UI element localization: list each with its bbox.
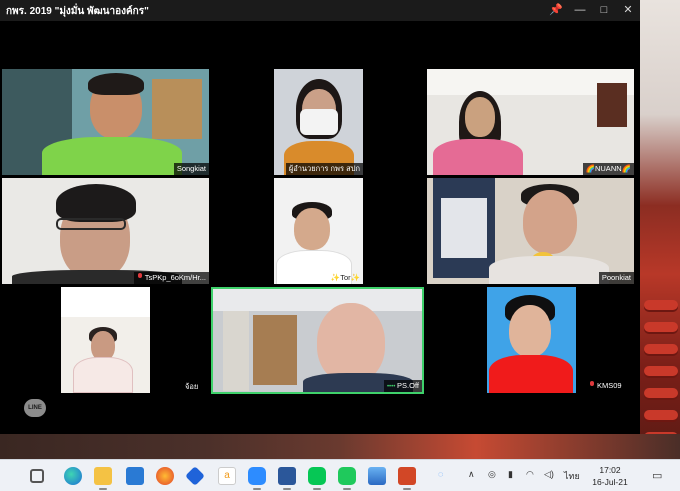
participant-name: ✨Tor✨ [330, 273, 360, 282]
cloud-icon[interactable]: ◌ [438, 469, 443, 479]
participant-name: 🌈NUANN🌈 [582, 163, 634, 175]
window-title: กพร. 2019 "มุ่งมั่น พัฒนาองค์กร" [6, 6, 149, 17]
video-tile[interactable]: Poonkiat [427, 178, 634, 284]
video-tile[interactable]: 🌈NUANN🌈 [427, 69, 634, 175]
chevron-up-icon[interactable]: ∧ [468, 469, 475, 480]
line-logo-icon: LINE [24, 399, 46, 417]
input-language[interactable]: ไทย [564, 469, 580, 483]
pin-icon[interactable]: 📌 [547, 2, 565, 18]
close-button[interactable]: ✕ [619, 2, 637, 18]
participant-name: Poonkiat [598, 272, 634, 284]
file-explorer-icon[interactable] [94, 467, 112, 490]
notification-icon[interactable]: ▭ [652, 469, 662, 482]
word-icon[interactable] [278, 467, 296, 490]
video-tile[interactable]: Songkiat [2, 69, 209, 175]
video-tile[interactable] [61, 287, 150, 393]
participant-name: •••• PS.Off [383, 380, 422, 392]
mic-muted-icon [137, 273, 143, 280]
clock-time: 17:02 [599, 465, 621, 475]
participant-name: KMS09 [589, 381, 622, 393]
mic-muted-icon [589, 381, 595, 388]
video-tile[interactable]: ✨Tor✨ [274, 178, 363, 284]
edge-icon[interactable] [64, 467, 82, 485]
phone-icon[interactable] [338, 467, 356, 490]
network-icon[interactable]: ◎ [488, 469, 496, 480]
video-tile[interactable] [487, 287, 576, 393]
meeting-window: กพร. 2019 "มุ่งมั่น พัฒนาองค์กร" 📌 — □ ✕… [0, 0, 640, 434]
video-tile[interactable]: ผู้อำนวยการ กพร สปก [274, 69, 363, 175]
clock-date: 16-Jul-21 [592, 477, 628, 487]
volume-icon[interactable]: ◁) [544, 469, 554, 480]
title-bar: กพร. 2019 "มุ่งมั่น พัฒนาองค์กร" 📌 — □ ✕ [0, 0, 640, 21]
minimize-button[interactable]: — [571, 2, 589, 18]
video-tile-active-speaker[interactable]: •••• PS.Off [211, 287, 424, 394]
photos-icon[interactable] [368, 467, 386, 485]
mail-icon[interactable] [126, 467, 144, 485]
wifi-icon[interactable]: ◠ [526, 469, 534, 480]
participant-name: TsPKp_6oKm/Hr... [133, 272, 209, 284]
participant-name: Songkiat [173, 163, 209, 175]
zoom-icon[interactable] [248, 467, 266, 490]
line-app-icon[interactable] [308, 467, 326, 490]
clock[interactable]: 17:02 16-Jul-21 [586, 464, 634, 488]
task-view-icon[interactable] [30, 469, 44, 483]
desktop-wallpaper [640, 0, 680, 457]
participant-name: จ้อย [185, 382, 199, 391]
battery-icon[interactable]: ▮ [508, 469, 513, 480]
participant-name: ผู้อำนวยการ กพร สปก [285, 163, 363, 175]
maximize-button[interactable]: □ [595, 2, 613, 18]
taskbar: a ◌ ∧ ◎ ▮ ◠ ◁) ไทย 17:02 16-Jul-21 ▭ [0, 459, 680, 491]
firefox-icon[interactable] [156, 467, 174, 485]
dropbox-icon[interactable] [185, 466, 205, 486]
powerpoint-icon[interactable] [398, 467, 416, 490]
amazon-icon[interactable]: a [218, 467, 236, 485]
video-tile[interactable]: TsPKp_6oKm/Hr... [2, 178, 209, 284]
desktop-wallpaper-strip [0, 434, 680, 459]
